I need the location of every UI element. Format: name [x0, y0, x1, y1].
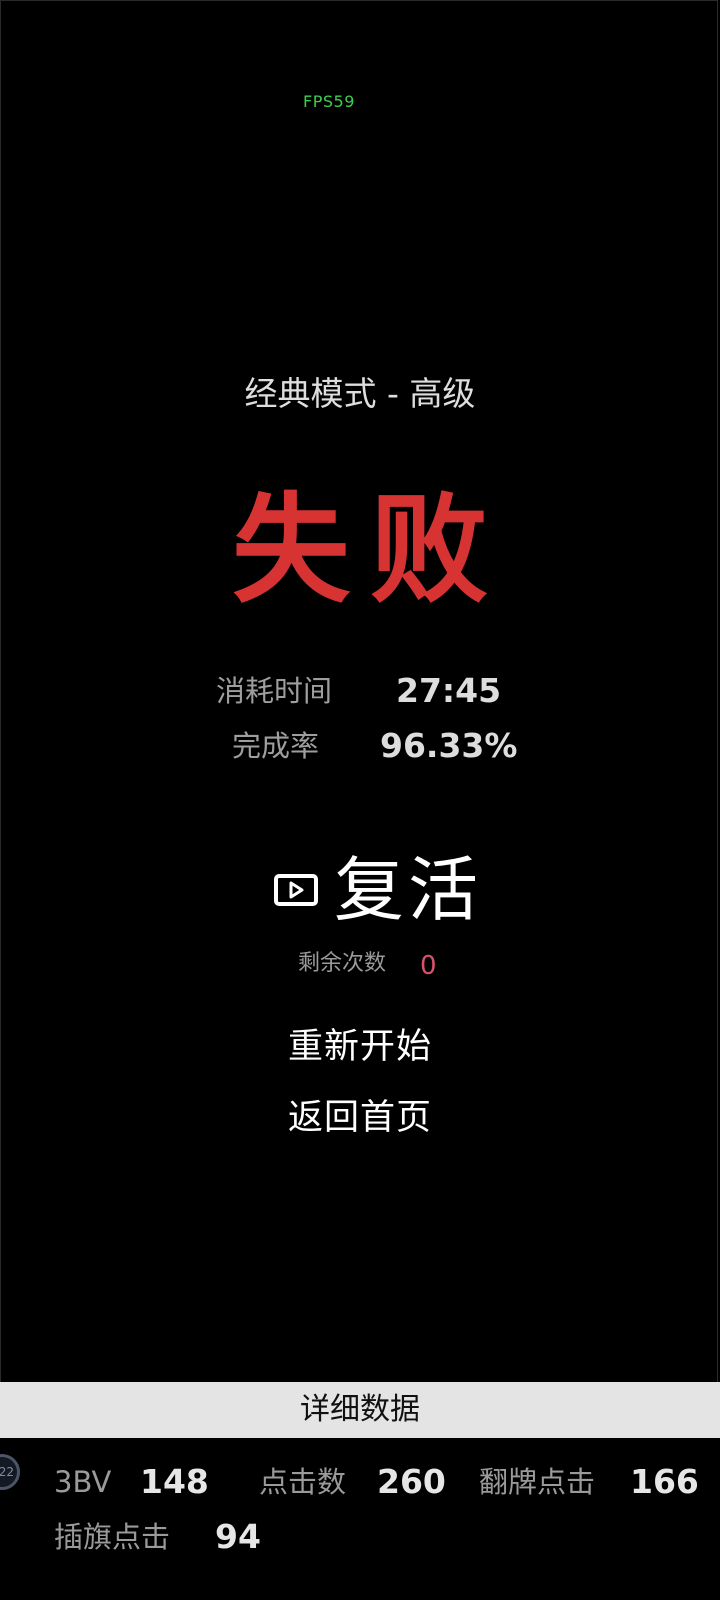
- metric-flag-clicks-label: 插旗点击: [54, 1520, 171, 1554]
- metric-3bv-label: 3BV: [54, 1465, 112, 1499]
- video-play-icon: [274, 874, 318, 906]
- metric-reveal-clicks-value: 166: [630, 1462, 699, 1501]
- remaining-revives-label: 剩余次数: [298, 951, 387, 976]
- metric-flag-clicks-value: 94: [215, 1517, 261, 1556]
- home-button[interactable]: 返回首页: [0, 1093, 720, 1143]
- completion-rate-value: 96.33%: [380, 726, 518, 765]
- fps-counter: FPS59: [303, 92, 355, 111]
- revive-button[interactable]: 复活: [268, 848, 488, 932]
- metric-clicks-value: 260: [377, 1462, 446, 1501]
- elapsed-time-row: 消耗时间 27:45: [0, 668, 720, 714]
- game-mode-title: 经典模式 - 高级: [244, 374, 476, 413]
- remaining-revives-value: 0: [420, 951, 437, 981]
- result-title: 失败: [231, 481, 508, 619]
- metric-3bv-value: 148: [140, 1462, 209, 1501]
- screen-frame: [0, 0, 718, 1598]
- remaining-revives: 剩余次数 0: [0, 946, 720, 982]
- revive-label: 复活: [334, 849, 482, 931]
- completion-rate-label: 完成率: [232, 729, 320, 763]
- avatar[interactable]: 22: [0, 1454, 20, 1490]
- details-toggle[interactable]: 详细数据: [0, 1382, 720, 1438]
- elapsed-time-label: 消耗时间: [216, 674, 333, 708]
- details-panel: 22 3BV 148 点击数 260 翻牌点击 166 插旗点击 94: [0, 1438, 720, 1600]
- restart-button[interactable]: 重新开始: [0, 1022, 720, 1072]
- elapsed-time-value: 27:45: [396, 671, 502, 710]
- metric-reveal-clicks-label: 翻牌点击: [479, 1465, 596, 1499]
- metric-clicks-label: 点击数: [259, 1465, 347, 1499]
- completion-rate-row: 完成率 96.33%: [0, 723, 720, 769]
